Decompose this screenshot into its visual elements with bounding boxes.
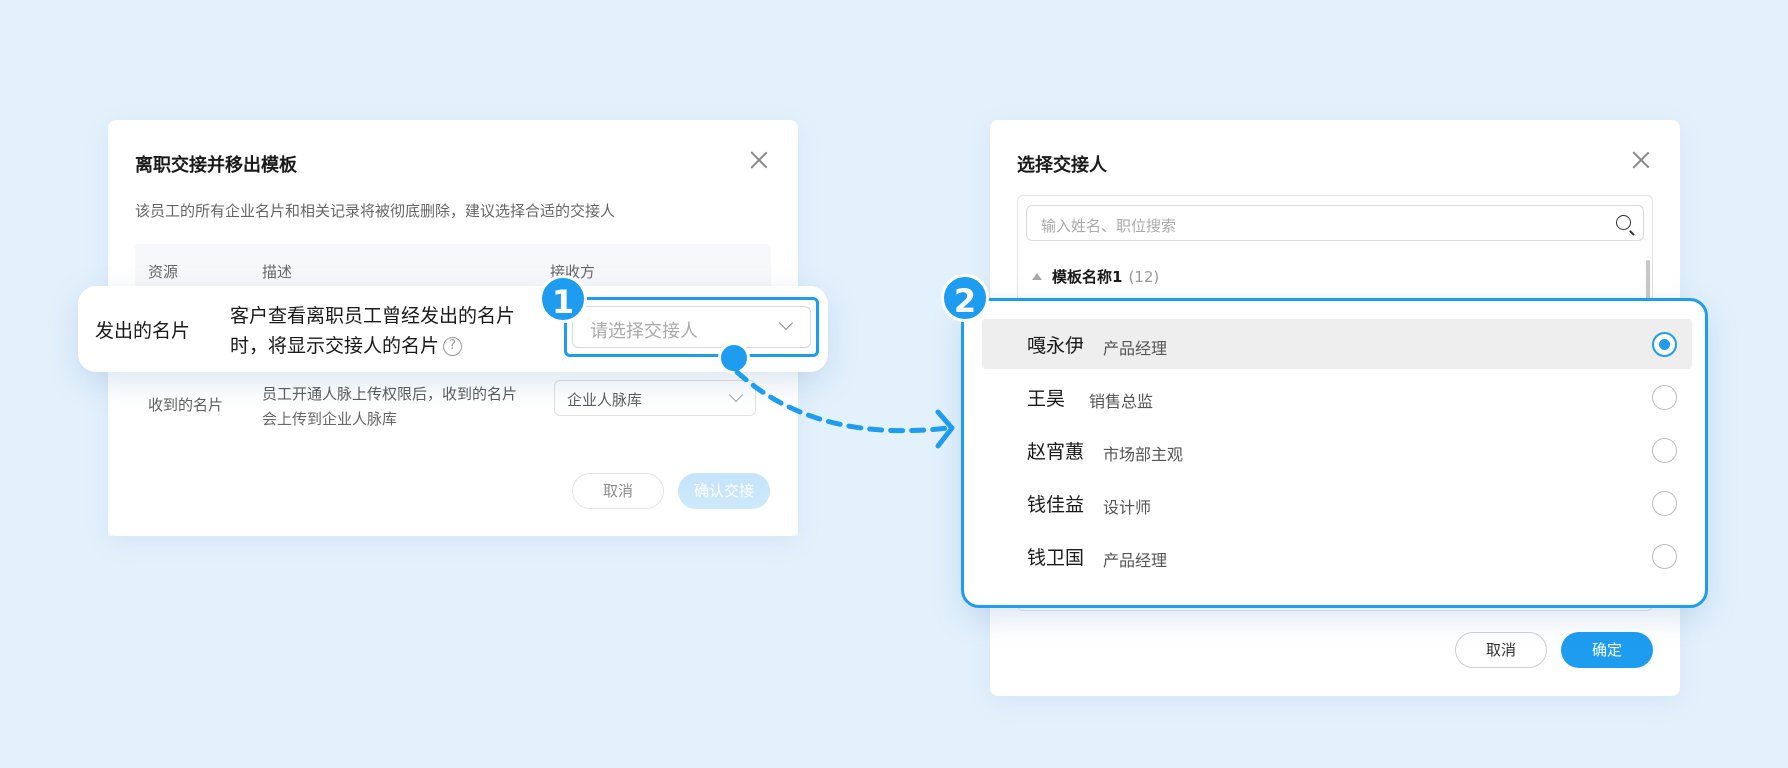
connector-arrow bbox=[734, 369, 955, 449]
